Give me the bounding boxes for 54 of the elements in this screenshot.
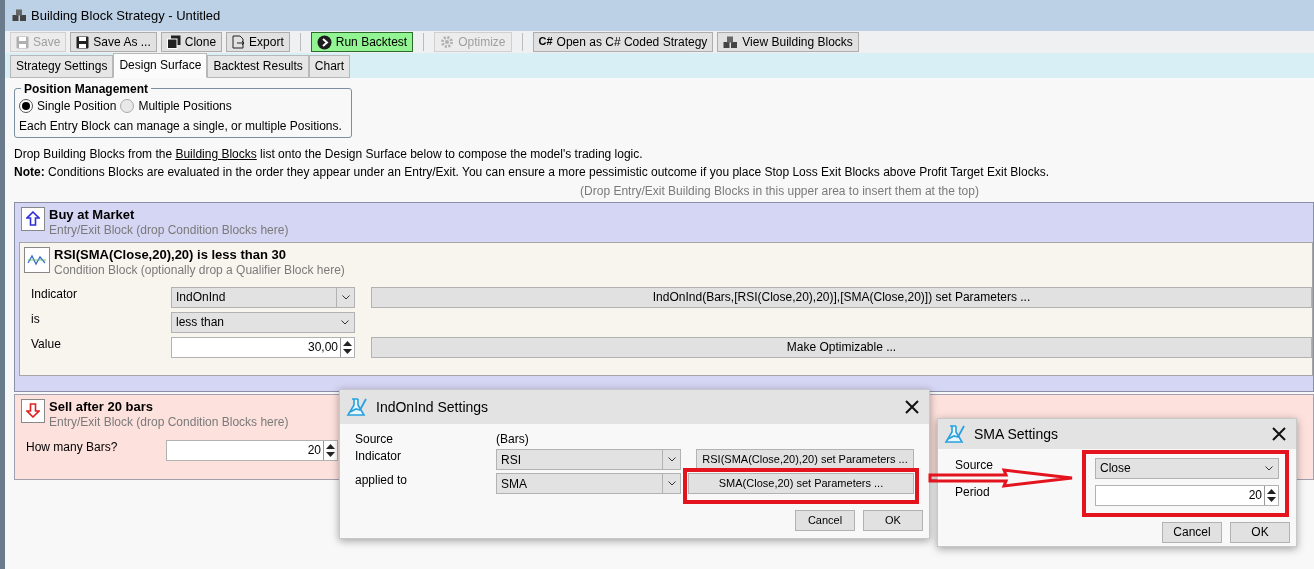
block-title: Sell after 20 bars [49, 398, 155, 415]
field-label: Period [955, 485, 990, 499]
tab[interactable]: Design Surface [113, 53, 208, 78]
dialog-button[interactable]: Cancel [795, 510, 855, 532]
tab[interactable]: Strategy Settings [10, 55, 114, 78]
field-label: How many Bars? [26, 439, 119, 455]
toolbar-button[interactable]: View Building Blocks [717, 32, 859, 52]
field-label: Indicator [31, 286, 79, 302]
field-label: Source [955, 458, 994, 472]
field-label: Value [31, 336, 62, 352]
note-text: Note: Conditions Blocks are evaluated in the order they appear under an Entry/Exit. You can ensure a more pessimistic outcome if you place Stop Loss Exit Blocks above Profit Target Exit Blocks. [14, 165, 1050, 180]
toolbar-button[interactable]: Save As ... [70, 32, 157, 52]
dialog-title: IndOnInd Settings [376, 398, 490, 416]
parameters-button[interactable]: Make Optimizable ... [371, 336, 1312, 358]
tab[interactable]: Backtest Results [207, 55, 309, 78]
dropdown[interactable]: Close [1095, 458, 1279, 479]
parameters-button[interactable]: IndOnInd(Bars,[RSI(Close,20),20)],[SMA(Close,20)]) set Parameters ... [371, 286, 1312, 308]
drop-hint: (Drop Entry/Exit Building Blocks in this upper area to insert them at the top) [579, 183, 980, 198]
csharp-icon: C# [538, 35, 553, 49]
window-title: Building Block Strategy - Untitled [31, 7, 221, 24]
toolbar-button[interactable]: Clone [160, 32, 223, 52]
field-label: applied to [355, 473, 408, 488]
dropdown[interactable]: RSI [496, 449, 681, 471]
radio-option[interactable]: Multiple Positions [120, 99, 232, 114]
help-text: Each Entry Block can manage a single, or multiple Positions. [19, 119, 343, 134]
block-title: Buy at Market [49, 206, 136, 223]
number-field[interactable]: 30,00 [171, 336, 355, 358]
parameters-button[interactable]: RSI(SMA(Close,20),20) set Parameters ... [696, 449, 914, 471]
group-title: Position Management [21, 82, 151, 97]
dropdown[interactable]: IndOnInd [171, 286, 355, 308]
dialog-button[interactable]: OK [1230, 522, 1290, 543]
condition-title: RSI(SMA(Close,20),20) is less than 30 [54, 246, 287, 263]
toolbar-button[interactable]: Run Backtest [310, 32, 414, 52]
tab[interactable]: Chart [308, 55, 351, 78]
field-label: Indicator [355, 449, 402, 464]
parameters-button[interactable]: SMA(Close,20) set Parameters ... [688, 473, 914, 495]
link[interactable]: Building Blocks [175, 146, 257, 161]
number-field[interactable]: 20 [1095, 485, 1279, 506]
toolbar-button[interactable]: C# Open as C# Coded Strategy [532, 32, 714, 52]
dropdown[interactable]: SMA [496, 473, 681, 495]
field-label: Source [355, 432, 394, 446]
instruction-text: Drop Building Blocks from the Building Blocks list onto the Design Surface below to compose the model's trading logic. [14, 146, 644, 162]
toolbar-button[interactable]: Export [226, 32, 290, 52]
block-subtitle: Entry/Exit Block (drop Condition Blocks here) [49, 222, 289, 237]
dialog-button[interactable]: OK [863, 510, 923, 532]
condition-subtitle: Condition Block (optionally drop a Qualifier Block here) [54, 262, 345, 277]
field-label: is [31, 311, 41, 327]
number-field[interactable]: 20 [166, 439, 338, 461]
value-text: (Bars) [496, 432, 529, 447]
dialog-button[interactable]: Cancel [1162, 522, 1222, 543]
dialog-title: SMA Settings [974, 425, 1060, 443]
block-subtitle: Entry/Exit Block (drop Condition Blocks here) [49, 414, 289, 429]
radio-option[interactable]: Single Position [19, 99, 117, 114]
dropdown[interactable]: less than [171, 311, 355, 333]
